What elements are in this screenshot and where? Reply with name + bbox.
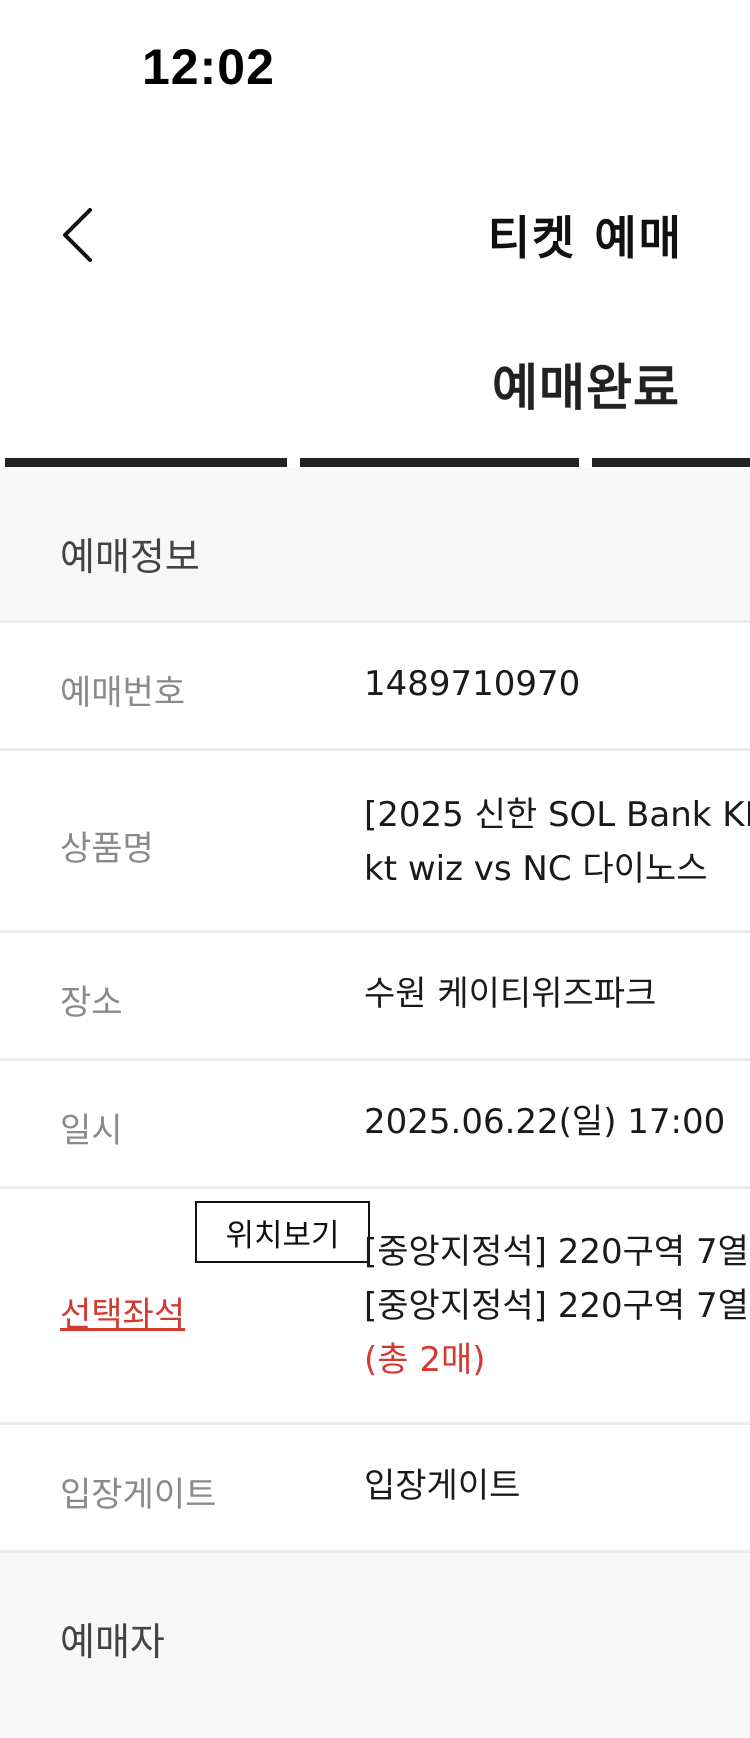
chevron-left-icon xyxy=(63,208,92,262)
ticket-booking-complete-screen: 12:02 티켓 예매 예매완료 예매정보 예매번호 1489710970 상품… xyxy=(0,0,750,1738)
row-gate: 입장게이트 입장게이트 xyxy=(0,1422,750,1550)
section-booking-info: 예매정보 xyxy=(0,468,750,618)
gate-value: 입장게이트 xyxy=(364,1466,521,1506)
selected-seats-link[interactable]: 선택좌석 xyxy=(60,1287,185,1336)
tooltip-label: 위치보기 xyxy=(225,1217,340,1254)
row-venue: 장소 수원 케이티위즈파크 xyxy=(0,930,750,1058)
step-title: 예매완료 xyxy=(492,359,680,417)
row-label: 입장게이트 xyxy=(60,1475,217,1515)
back-button[interactable] xyxy=(52,200,102,270)
progress-step-2 xyxy=(300,458,579,467)
progress-step-1 xyxy=(5,458,287,467)
row-label: 예매번호 xyxy=(60,673,186,713)
booking-content: 예매정보 예매번호 1489710970 상품명 [2025 신한 SOL Ba… xyxy=(0,468,750,1738)
row-booking-number: 예매번호 1489710970 xyxy=(0,620,750,748)
page-title: 티켓 예매 xyxy=(487,211,683,265)
progress-step-3 xyxy=(592,458,750,467)
header: 티켓 예매 xyxy=(0,150,750,300)
section-booker: 예매자 xyxy=(0,1550,750,1700)
seat-location-tooltip[interactable]: 위치보기 xyxy=(195,1201,370,1263)
row-label: 장소 xyxy=(60,983,123,1023)
row-label: 상품명 xyxy=(60,829,154,869)
row-label: 일시 xyxy=(60,1111,123,1151)
seat-total: (총 2매) xyxy=(364,1340,486,1380)
product-name-line-1: [2025 신한 SOL Bank KBO xyxy=(364,795,750,835)
datetime-value: 2025.06.22(일) 17:00 xyxy=(364,1102,726,1142)
seat-line-1: [중앙지정석] 220구역 7열 9 xyxy=(364,1232,750,1272)
step-progress-bar xyxy=(0,458,750,468)
status-time: 12:02 xyxy=(142,39,275,95)
seat-line-2: [중앙지정석] 220구역 7열 9 xyxy=(364,1286,750,1326)
row-product: 상품명 [2025 신한 SOL Bank KBO kt wiz vs NC 다… xyxy=(0,748,750,930)
status-bar: 12:02 xyxy=(0,0,750,130)
booking-number-value: 1489710970 xyxy=(364,664,581,704)
product-name-line-2: kt wiz vs NC 다이노스 xyxy=(364,849,708,889)
row-seats: 위치보기 선택좌석 [중앙지정석] 220구역 7열 9 [중앙지정석] 220… xyxy=(0,1186,750,1422)
section-title: 예매정보 xyxy=(60,535,200,579)
venue-value: 수원 케이티위즈파크 xyxy=(364,974,657,1014)
section-title: 예매자 xyxy=(60,1620,165,1664)
row-datetime: 일시 2025.06.22(일) 17:00 xyxy=(0,1058,750,1186)
